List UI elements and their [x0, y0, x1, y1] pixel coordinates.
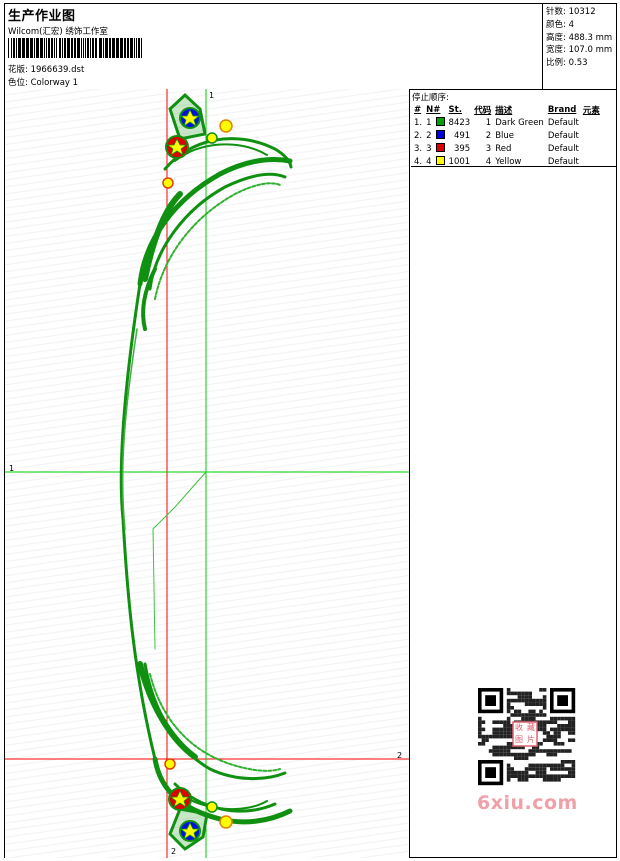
- barcode: [8, 38, 142, 58]
- col-num: #: [414, 105, 422, 115]
- row-code: 3: [485, 143, 492, 154]
- axis-label-right: 2: [397, 751, 403, 760]
- design-file: 1966639.dst: [30, 65, 85, 75]
- row-element: [581, 129, 602, 142]
- yellow-flower-top-2: [206, 132, 218, 144]
- row-needle: 3: [424, 142, 446, 155]
- row-num: 2.: [414, 130, 423, 141]
- col-code: 代码: [474, 106, 492, 116]
- embroidery-design-svg: [5, 89, 409, 858]
- row-needle: 2: [424, 129, 446, 142]
- row-num: 3.: [414, 143, 423, 154]
- row-brand: Default: [547, 156, 579, 167]
- color-swatch: [435, 143, 445, 152]
- row-code: 4: [485, 156, 492, 167]
- row-brand: Default: [547, 143, 579, 154]
- row-brand: Default: [547, 117, 579, 128]
- col-stitches: St.: [448, 105, 462, 115]
- row-element: [581, 142, 602, 155]
- row-code: 2: [485, 130, 492, 141]
- row-desc: Yellow: [495, 156, 522, 167]
- row-code: 1: [485, 117, 492, 128]
- row-needle-num: 3: [426, 144, 432, 154]
- color-table: # N# St. 代码 描述 Brand 元素 1. 1 8423 1 Dark Gre…: [412, 104, 602, 168]
- jump-line: [152, 471, 207, 650]
- row-desc: Red: [495, 143, 512, 154]
- row-num: 4.: [414, 156, 423, 167]
- design-file-line: 花版: 1966639.dst: [8, 63, 84, 75]
- col-n: N#: [426, 105, 441, 115]
- stamp-char: 片: [527, 734, 535, 744]
- row-stitches: 491: [453, 130, 471, 141]
- colorway-line: 色位: Colorway 1: [8, 76, 78, 88]
- stat-height: 高度: 488.3 mm: [546, 32, 613, 43]
- yellow-flower-bottom-2: [206, 801, 218, 813]
- col-desc: 描述: [495, 106, 513, 116]
- axis-label-left: 1: [9, 464, 15, 473]
- row-needle: 4: [424, 155, 446, 168]
- row-element: [581, 116, 602, 129]
- stamp-char: 图: [515, 735, 523, 744]
- yellow-flower-bottom-1: [219, 815, 233, 829]
- top-branch-inner: [148, 172, 287, 291]
- row-desc: Dark Green: [495, 117, 544, 128]
- color-row: 3. 3 395 3 Red Default: [412, 142, 602, 155]
- qr-code: 收藏图片: [472, 684, 577, 786]
- stop-sequence-title: 停止顺序:: [412, 93, 449, 103]
- yellow-flower-top-3: [162, 177, 174, 189]
- color-swatch: [435, 130, 445, 139]
- design-file-label: 花版:: [8, 65, 28, 75]
- row-needle-num: 2: [426, 131, 432, 141]
- yellow-flower-top-1: [219, 119, 233, 133]
- embroidery-design-preview: 1 1 2 2: [5, 89, 410, 858]
- col-element: 元素: [582, 106, 600, 116]
- row-needle: 1: [424, 116, 446, 129]
- col-brand: Brand: [547, 105, 577, 115]
- colorway-label: 色位:: [8, 78, 28, 88]
- row-desc: Blue: [495, 130, 515, 141]
- row-needle-num: 1: [426, 118, 432, 128]
- yellow-flower-bottom-3: [164, 758, 176, 770]
- company-name: Wilcom(汇宏) 绣饰工作室: [8, 27, 108, 37]
- stat-stitches: 针数: 10312: [546, 7, 596, 17]
- stat-scale: 比例: 0.53: [546, 58, 588, 69]
- axis-label-bottom: 2: [171, 847, 177, 856]
- axis-label-top: 1: [209, 91, 215, 100]
- colorway: Colorway 1: [30, 78, 79, 88]
- header-info: 生产作业图 Wilcom(汇宏) 绣饰工作室 花版: 1966639.dst 色…: [5, 4, 542, 89]
- row-num: 1.: [414, 117, 423, 128]
- color-row: 2. 2 491 2 Blue Default: [412, 129, 602, 142]
- color-table-header: # N# St. 代码 描述 Brand 元素: [412, 104, 602, 116]
- row-needle-num: 4: [426, 157, 432, 167]
- color-swatch: [435, 117, 445, 126]
- color-swatch: [435, 156, 445, 165]
- row-stitches: 8423: [448, 117, 471, 128]
- bottom-branch-satin: [149, 673, 281, 772]
- row-brand: Default: [547, 130, 579, 141]
- color-row: 4. 4 1001 4 Yellow Default: [412, 155, 602, 168]
- design-stats: 针数: 10312 颜色: 4 高度: 488.3 mm 宽度: 107.0 m…: [542, 4, 617, 89]
- color-row: 1. 1 8423 1 Dark Green Default: [412, 116, 602, 129]
- watermark-text: 6xiu.com: [477, 792, 578, 814]
- production-sheet: 生产作业图 Wilcom(汇宏) 绣饰工作室 花版: 1966639.dst 色…: [4, 3, 617, 858]
- qr-code-svg: 收藏图片: [478, 688, 576, 786]
- row-stitches: 1001: [448, 156, 471, 167]
- stop-sequence-panel: 停止顺序: # N# St. 代码 描述 Brand 元素 1. 1 8423 1 Da…: [411, 89, 617, 167]
- sheet-title: 生产作业图: [8, 9, 76, 24]
- stamp-char: 收: [515, 722, 523, 732]
- row-element: [581, 155, 602, 168]
- stamp-char: 藏: [527, 722, 535, 732]
- stat-width: 宽度: 107.0 mm: [546, 45, 613, 56]
- row-stitches: 395: [453, 143, 471, 154]
- stat-colors: 颜色: 4: [546, 19, 574, 30]
